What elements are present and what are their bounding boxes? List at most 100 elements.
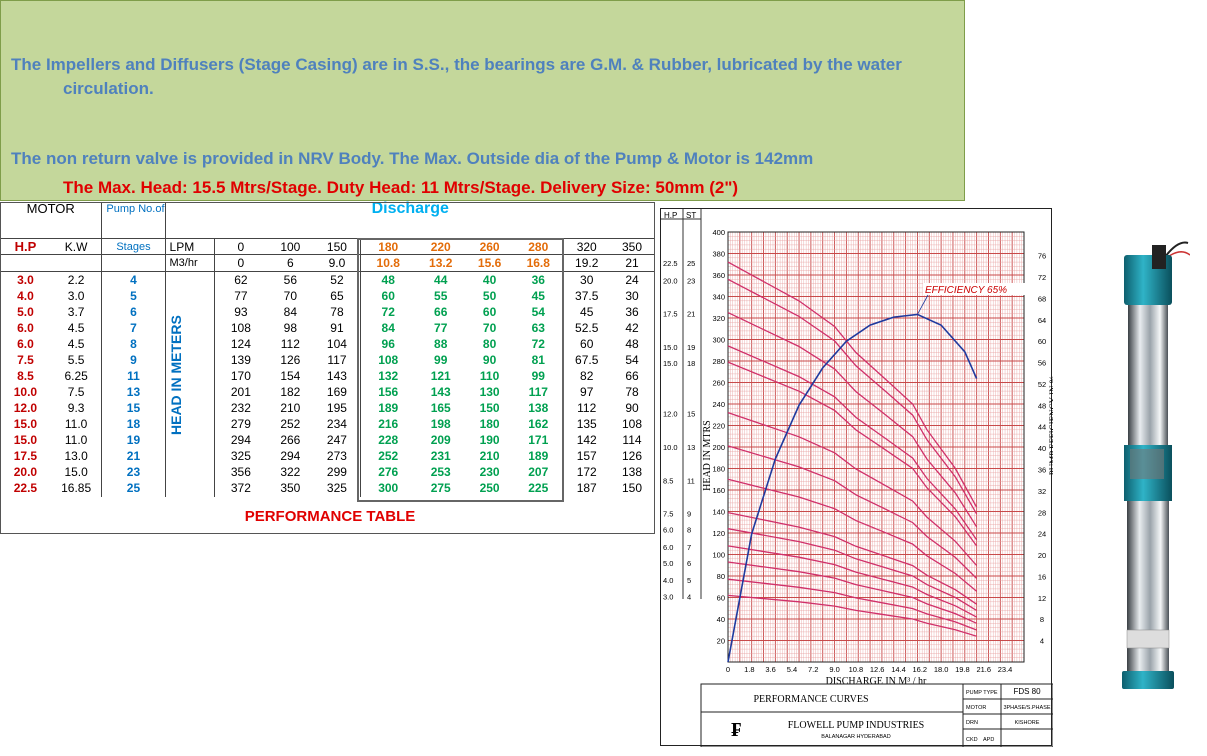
head-cell: 66 [434,304,448,319]
company-name: FLOWELL PUMP INDUSTRIES [788,720,924,731]
y-tick-label: 160 [712,486,725,495]
head-cell: 165 [430,401,451,416]
table-row: 3.0 2.2 4 62 56 52 48 44 40 36 30 24 [0,271,655,288]
banner-line-3: The Max. Head: 15.5 Mtrs/Stage. Duty Hea… [63,178,739,197]
m3hr-value: 0 [237,256,245,271]
hp-cell: 7.5 [17,352,34,367]
head-cell: 180 [479,417,500,432]
hp-st-hp: 15.0 [663,359,678,368]
title-block-label: DRN [966,720,978,726]
head-cell: 24 [625,272,639,287]
y-tick-label: 180 [712,465,725,474]
head-cell: 112 [577,401,597,416]
y2-tick-label: 32 [1038,487,1046,496]
lpm-value: 0 [214,237,267,255]
head-cell: 42 [625,320,639,335]
hp-header: H.P [0,237,51,255]
head-cell: 84 [283,304,298,319]
head-cell: 172 [576,465,597,480]
head-cell: 52 [313,271,362,288]
head-cell: 108 [378,352,399,367]
stages-cell: 23 [101,464,166,481]
y-tick-label: 220 [712,422,725,431]
head-cell: 157 [576,449,597,464]
y-tick-label: 200 [712,443,725,452]
head-cell: 81 [513,351,565,368]
head-cell: 216 [378,417,399,432]
performance-table: MOTOR Pump No.of Discharge H.P K.W Stage… [0,200,655,534]
head-cell: 48 [625,336,639,351]
hp-st-hp: 17.5 [663,310,678,319]
head-cell: 350 [280,481,301,496]
hp-st-st: 15 [687,410,695,419]
head-cell: 162 [513,416,565,433]
y2-tick-label: 8 [1040,615,1044,624]
kw-cell: 11.0 [50,416,103,433]
y2-tick-label: 20 [1038,551,1046,560]
hp-st-hp: 22.5 [663,259,678,268]
lpm-value: 100 [266,237,314,255]
lpm-value: 220 [415,237,467,255]
y-tick-label: 320 [712,314,725,323]
kw-cell: 9.3 [50,400,103,417]
head-cell: 56 [283,272,298,287]
head-cell: 77 [434,320,448,335]
hp-st-hp: 4.0 [663,576,673,585]
hp-cell: 15.0 [13,417,38,432]
title-block-label: MOTOR [966,705,986,711]
head-cell: 210 [479,449,500,464]
y2-axis-label: PUMP EFFICIENCY IN % [1048,375,1053,475]
lpm-value: 180 [360,237,416,255]
hp-cell: 22.5 [13,481,38,496]
head-cell: 90 [625,401,639,416]
table-row: 10.0 7.5 13 201 182 169 156 143 130 117 97 78 [0,383,655,401]
hp-cell: 10.0 [13,384,38,399]
head-cell: 250 [479,481,500,496]
head-cell: 97 [580,384,594,399]
y2-tick-label: 76 [1038,252,1046,261]
head-cell: 135 [576,417,597,432]
head-cell: 225 [513,480,565,497]
hp-st-hp: 15.0 [663,343,678,352]
head-cell: 99 [513,367,565,384]
head-cell: 44 [434,272,448,287]
efficiency-annotation: EFFICIENCY 65% [925,285,1007,296]
y-tick-label: 80 [717,572,725,581]
head-cell: 132 [378,368,399,383]
kw-cell: 16.85 [50,480,103,497]
hp-cell: 3.0 [17,272,34,287]
head-cell: 98 [283,320,298,335]
y-tick-label: 120 [712,529,725,538]
stages-cell: 9 [101,351,166,368]
m3hr-label: M3/hr [165,254,215,272]
stages-cell: 8 [101,335,166,352]
hp-st-st: 9 [687,510,691,519]
head-cell: 37.5 [575,288,599,303]
kw-header: K.W [50,237,103,255]
hp-st-st: 13 [687,443,695,452]
head-cell: 65 [313,287,362,304]
y2-tick-label: 52 [1038,380,1046,389]
hp-cell: 12.0 [13,401,38,416]
kw-cell: 6.25 [50,367,103,384]
head-cell: 55 [434,288,448,303]
hp-cell: 15.0 [13,433,38,448]
x-tick-label: 5.4 [787,665,797,674]
head-cell: 325 [230,449,251,464]
x-tick-label: 1.8 [744,665,754,674]
head-cell: 30 [625,288,639,303]
table-row: 6.0 4.5 8 124 112 104 96 88 80 72 60 48 [0,335,655,352]
hp-st-st: 25 [687,259,695,268]
y-tick-label: 380 [712,250,725,259]
hp-cell: 4.0 [17,288,34,303]
stages-cell: 25 [101,480,166,497]
table-row: 4.0 3.0 5 77 70 65 60 55 50 45 37.5 30 [0,287,655,304]
head-cell: 169 [313,383,362,401]
head-cell: 108 [621,417,643,432]
stages-cell: 6 [101,303,166,320]
head-curve [727,312,978,528]
lpm-label: LPM [165,237,215,255]
stages-cell: 7 [101,319,166,336]
head-cell: 356 [230,465,251,480]
kw-cell: 5.5 [50,351,103,368]
